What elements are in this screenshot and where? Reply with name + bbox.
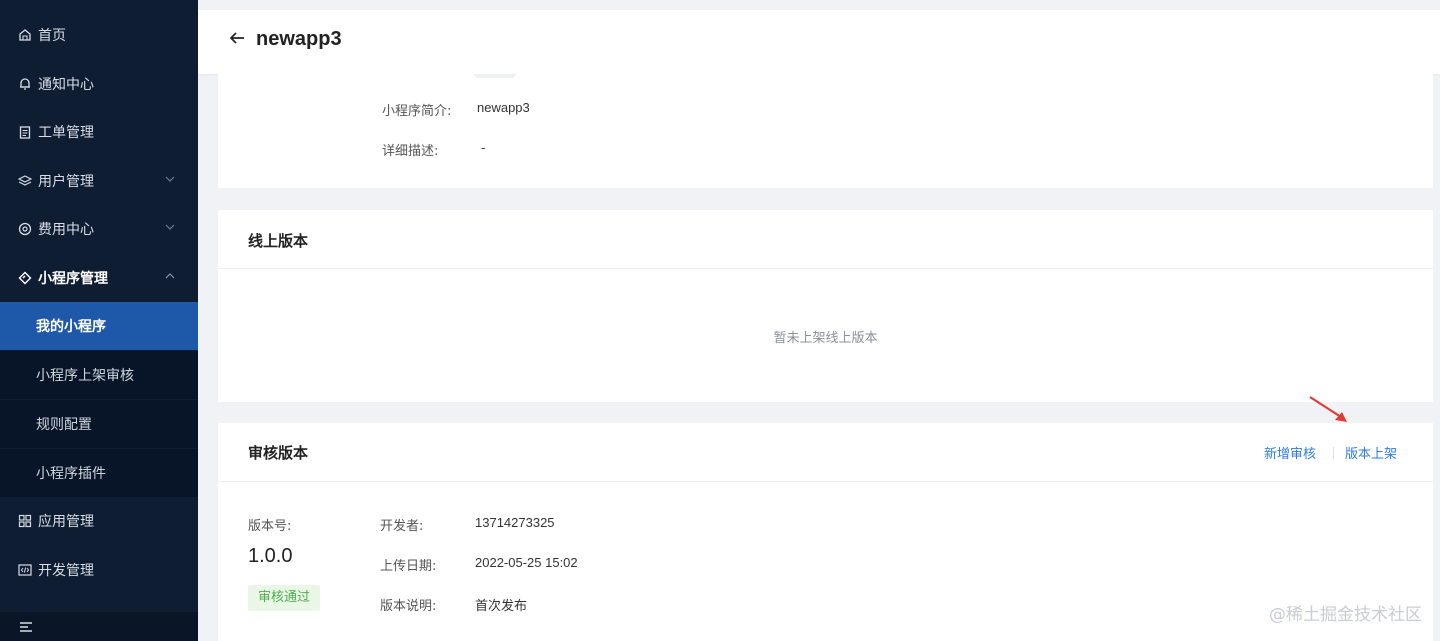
clipboard-icon	[18, 125, 32, 139]
upload-date-value: 2022-05-25 15:02	[475, 555, 578, 570]
annotation-arrow-icon	[1309, 396, 1347, 422]
watermark: @稀土掘金技术社区	[1269, 605, 1422, 625]
bell-icon	[18, 77, 32, 91]
publish-version-button[interactable]: 版本上架	[1345, 443, 1397, 462]
sidebar-collapse-button[interactable]	[0, 612, 198, 641]
chevron-down-icon	[165, 224, 175, 230]
page-header: newapp3	[198, 0, 1440, 74]
sidebar-item-label: 应用管理	[38, 514, 94, 530]
coin-icon	[18, 222, 32, 236]
sidebar-item-users[interactable]: 用户管理	[0, 157, 198, 205]
home-icon	[18, 28, 32, 42]
add-review-button[interactable]: 新增审核	[1264, 443, 1316, 462]
review-version-title: 审核版本	[248, 444, 309, 462]
status-badge: 审核通过	[248, 585, 321, 611]
sidebar-item-label: 用户管理	[38, 174, 94, 190]
sidebar-item-apps[interactable]: 应用管理	[0, 497, 198, 545]
sidebar-item-label: 通知中心	[38, 77, 94, 93]
version-notes-value: 首次发布	[475, 598, 528, 613]
sidebar-item-billing[interactable]: 费用中心	[0, 205, 198, 253]
sidebar-item-home[interactable]: 首页	[0, 11, 198, 59]
link-separator	[1333, 447, 1334, 459]
sidebar-subitem-label: 小程序插件	[36, 466, 106, 482]
code-icon	[18, 563, 32, 577]
upload-date-label: 上传日期:	[380, 559, 437, 574]
sidebar-subitem-label: 规则配置	[36, 417, 92, 433]
version-label: 版本号:	[248, 519, 292, 534]
divider	[218, 268, 1433, 269]
online-version-title: 线上版本	[248, 232, 309, 250]
sidebar-subitem-plugins[interactable]: 小程序插件	[0, 449, 198, 497]
sidebar-subitem-label: 我的小程序	[36, 319, 106, 335]
sidebar-subitem-review[interactable]: 小程序上架审核	[0, 351, 198, 399]
review-version-card: 审核版本 新增审核 版本上架 版本号: 1.0.0 审核通过 开发者: 1371…	[218, 423, 1433, 641]
grid-icon	[18, 514, 32, 528]
sidebar-item-label: 首页	[38, 28, 66, 44]
sidebar-subitem-rules[interactable]: 规则配置	[0, 400, 198, 448]
divider	[218, 481, 1433, 482]
back-arrow-icon[interactable]	[228, 29, 246, 47]
online-version-card: 线上版本 暂未上架线上版本	[218, 210, 1433, 402]
diamond-icon	[18, 271, 32, 285]
intro-value: newapp3	[477, 100, 530, 115]
developer-label: 开发者:	[380, 519, 424, 534]
description-label: 详细描述:	[382, 144, 439, 159]
sidebar-item-notifications[interactable]: 通知中心	[0, 60, 198, 108]
intro-label: 小程序简介:	[382, 104, 452, 119]
developer-value: 13714273325	[475, 515, 555, 530]
sidebar-item-label: 工单管理	[38, 125, 94, 141]
layers-icon	[18, 174, 32, 188]
sidebar-item-dev[interactable]: 开发管理	[0, 546, 198, 594]
header-topline	[198, 0, 1440, 10]
sidebar-item-miniprogram[interactable]: 小程序管理	[0, 254, 198, 302]
sidebar: 首页 通知中心 工单管理 用户管理 费用中心 小程序管理 我的小程序 小程序上架…	[0, 0, 198, 641]
basic-info-card: 小程序简介: newapp3 详细描述: -	[218, 74, 1433, 188]
sidebar-subitem-my-miniprograms[interactable]: 我的小程序	[0, 302, 198, 350]
chevron-up-icon	[165, 273, 175, 279]
sidebar-subitem-label: 小程序上架审核	[36, 368, 134, 384]
logo-placeholder	[474, 74, 516, 78]
sidebar-item-label: 小程序管理	[38, 271, 108, 287]
sidebar-item-label: 开发管理	[38, 563, 94, 579]
sidebar-item-tickets[interactable]: 工单管理	[0, 108, 198, 156]
menu-icon	[20, 621, 32, 632]
page-title: newapp3	[256, 28, 342, 50]
version-value: 1.0.0	[248, 545, 293, 567]
description-value: -	[481, 140, 486, 155]
version-notes-label: 版本说明:	[380, 599, 437, 614]
chevron-down-icon	[165, 176, 175, 182]
sidebar-item-label: 费用中心	[38, 222, 94, 238]
empty-state-text: 暂未上架线上版本	[773, 331, 878, 346]
